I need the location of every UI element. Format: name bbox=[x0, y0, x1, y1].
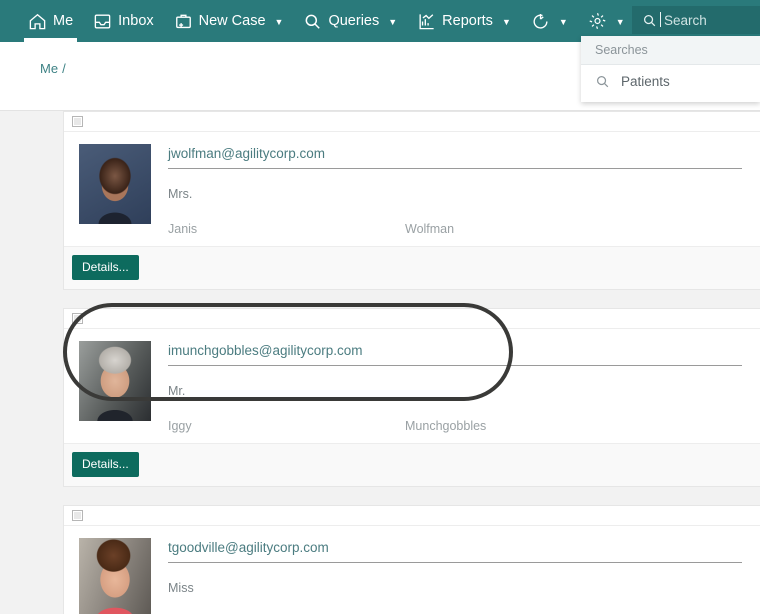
nav-item-queries-label: Queries bbox=[328, 13, 380, 29]
record-select-checkbox[interactable] bbox=[72, 116, 83, 127]
record-select-checkbox[interactable] bbox=[72, 510, 83, 521]
record-first-name: Janis bbox=[168, 222, 198, 236]
record-card-body: tgoodville@agilitycorp.com Miss Tracy Go… bbox=[64, 526, 760, 614]
nav-item-me[interactable]: Me bbox=[18, 0, 83, 42]
record-name-row: Iggy Munchgobbles bbox=[168, 419, 742, 433]
nav-item-new-case-label: New Case bbox=[198, 13, 266, 29]
search-dropdown-header: Searches bbox=[581, 36, 760, 65]
nav-item-reports[interactable]: Reports ▼ bbox=[407, 0, 521, 42]
record-card-header bbox=[64, 112, 760, 132]
nav-item-reports-label: Reports bbox=[442, 13, 493, 29]
nav-item-inbox[interactable]: Inbox bbox=[83, 0, 163, 42]
record-select-checkbox[interactable] bbox=[72, 313, 83, 324]
global-search-input[interactable]: Search bbox=[632, 6, 760, 34]
chevron-down-icon: ▼ bbox=[615, 16, 625, 27]
briefcase-plus-icon bbox=[174, 12, 193, 31]
record-fields: tgoodville@agilitycorp.com Miss Tracy Go… bbox=[168, 538, 760, 614]
nav-item-refresh[interactable]: ▼ bbox=[521, 0, 578, 42]
search-dropdown-item-patients[interactable]: Patients bbox=[581, 65, 760, 98]
record-fields: jwolfman@agilitycorp.com Mrs. Janis Wolf… bbox=[168, 144, 760, 236]
chevron-down-icon: ▼ bbox=[388, 16, 398, 27]
nav-item-inbox-label: Inbox bbox=[118, 13, 154, 29]
chevron-down-icon: ▼ bbox=[274, 16, 284, 27]
record-last-name: Wolfman bbox=[405, 222, 455, 236]
chevron-down-icon: ▼ bbox=[558, 16, 568, 27]
details-button[interactable]: Details... bbox=[72, 255, 139, 280]
record-title: Mrs. bbox=[168, 187, 193, 201]
record-email[interactable]: jwolfman@agilitycorp.com bbox=[168, 146, 742, 169]
record-first-name: Iggy bbox=[168, 419, 192, 433]
search-suggestions-dropdown: Searches Patients bbox=[581, 36, 760, 102]
details-button[interactable]: Details... bbox=[72, 452, 139, 477]
record-name-row: Janis Wolfman bbox=[168, 222, 742, 236]
record-card[interactable]: tgoodville@agilitycorp.com Miss Tracy Go… bbox=[63, 505, 760, 614]
breadcrumb-item-me[interactable]: Me bbox=[40, 61, 58, 76]
chevron-down-icon: ▼ bbox=[501, 16, 511, 27]
record-email[interactable]: tgoodville@agilitycorp.com bbox=[168, 540, 742, 563]
record-card-header bbox=[64, 309, 760, 329]
nav-item-me-label: Me bbox=[53, 13, 74, 29]
avatar-tracy-goodville bbox=[79, 538, 151, 614]
nav-item-new-case[interactable]: New Case ▼ bbox=[164, 0, 294, 42]
inbox-icon bbox=[93, 12, 112, 31]
record-list-container: jwolfman@agilitycorp.com Mrs. Janis Wolf… bbox=[0, 110, 760, 614]
record-last-name: Munchgobbles bbox=[405, 419, 487, 433]
record-fields: imunchgobbles@agilitycorp.com Mr. Iggy M… bbox=[168, 341, 760, 433]
record-email[interactable]: imunchgobbles@agilitycorp.com bbox=[168, 343, 742, 366]
search-icon bbox=[642, 13, 657, 28]
record-card-footer: Details... bbox=[64, 443, 760, 486]
record-card[interactable]: jwolfman@agilitycorp.com Mrs. Janis Wolf… bbox=[63, 111, 760, 290]
gear-icon bbox=[588, 12, 607, 31]
search-dropdown-item-label: Patients bbox=[621, 74, 670, 89]
search-icon bbox=[303, 12, 322, 31]
search-icon bbox=[595, 74, 610, 89]
record-title: Mr. bbox=[168, 384, 186, 398]
breadcrumb-separator: / bbox=[62, 61, 66, 76]
avatar-janis-wolfman bbox=[79, 144, 151, 224]
record-card-footer: Details... bbox=[64, 246, 760, 289]
avatar-iggy-munchgobbles bbox=[79, 341, 151, 421]
record-title: Miss bbox=[168, 581, 194, 595]
chart-icon bbox=[417, 12, 436, 31]
nav-item-queries[interactable]: Queries ▼ bbox=[293, 0, 407, 42]
refresh-icon bbox=[531, 12, 550, 31]
record-card-body: jwolfman@agilitycorp.com Mrs. Janis Wolf… bbox=[64, 132, 760, 246]
record-card-header bbox=[64, 506, 760, 526]
record-card[interactable]: imunchgobbles@agilitycorp.com Mr. Iggy M… bbox=[63, 308, 760, 487]
record-card-body: imunchgobbles@agilitycorp.com Mr. Iggy M… bbox=[64, 329, 760, 443]
global-search-placeholder: Search bbox=[660, 11, 707, 28]
home-icon bbox=[28, 12, 47, 31]
